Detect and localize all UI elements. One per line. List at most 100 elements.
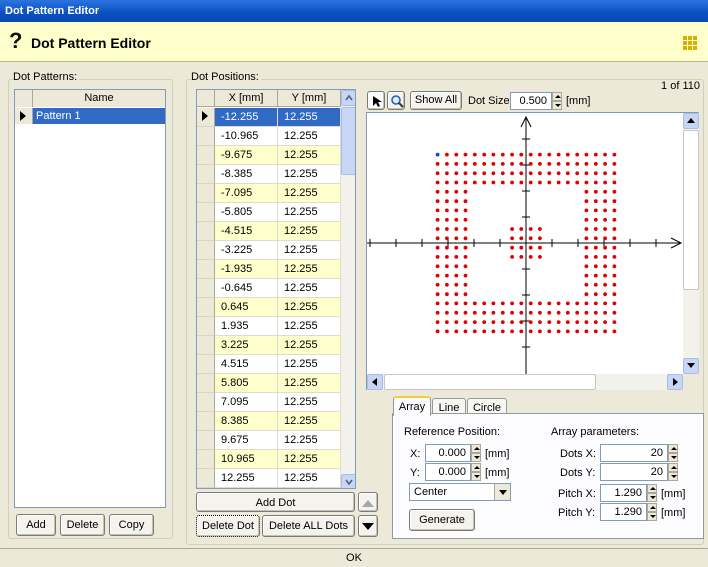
table-row[interactable]: 4.515 12.255: [197, 355, 341, 374]
x-cell[interactable]: -7.095: [215, 184, 278, 203]
x-cell[interactable]: 10.965: [215, 450, 278, 469]
ref-x-stepper[interactable]: [471, 444, 481, 462]
row-header[interactable]: [197, 222, 215, 241]
x-cell[interactable]: -9.675: [215, 146, 278, 165]
row-header[interactable]: [197, 469, 215, 488]
y-cell[interactable]: 12.255: [278, 127, 341, 146]
row-header[interactable]: [197, 165, 215, 184]
zoom-tool-button[interactable]: [387, 91, 405, 110]
add-dot-button[interactable]: Add Dot: [196, 492, 355, 512]
pitch-x-input[interactable]: 1.290: [600, 484, 647, 502]
scroll-up-button[interactable]: [341, 90, 355, 106]
y-cell[interactable]: 12.255: [278, 450, 341, 469]
row-header[interactable]: [197, 260, 215, 279]
dot-plot[interactable]: [367, 113, 683, 374]
table-row[interactable]: -0.645 12.255: [197, 279, 341, 298]
canvas-horizontal-scrollbar[interactable]: [367, 374, 683, 390]
table-row[interactable]: -7.095 12.255: [197, 184, 341, 203]
table-row[interactable]: 12.255 12.255: [197, 469, 341, 488]
anchor-dropdown-button[interactable]: [494, 484, 510, 500]
row-header[interactable]: [197, 146, 215, 165]
table-row[interactable]: 9.675 12.255: [197, 431, 341, 450]
x-cell[interactable]: -10.965: [215, 127, 278, 146]
anchor-select[interactable]: Center: [409, 483, 511, 501]
table-row[interactable]: -12.255 12.255: [197, 108, 341, 127]
dots-x-input[interactable]: 20: [600, 444, 668, 462]
move-down-button[interactable]: [358, 515, 378, 537]
table-row[interactable]: 7.095 12.255: [197, 393, 341, 412]
table-row[interactable]: Pattern 1: [15, 108, 165, 124]
row-header[interactable]: [197, 203, 215, 222]
x-cell[interactable]: 3.225: [215, 336, 278, 355]
table-row[interactable]: 10.965 12.255: [197, 450, 341, 469]
y-cell[interactable]: 12.255: [278, 317, 341, 336]
pointer-tool-button[interactable]: [367, 91, 385, 110]
dot-size-stepper[interactable]: [552, 92, 562, 110]
x-cell[interactable]: -12.255: [215, 488, 278, 489]
table-row[interactable]: -10.965 12.255: [197, 127, 341, 146]
table-row[interactable]: 8.385 12.255: [197, 412, 341, 431]
row-header[interactable]: [197, 279, 215, 298]
x-cell[interactable]: 7.095: [215, 393, 278, 412]
pattern-canvas[interactable]: [366, 112, 699, 390]
y-cell[interactable]: 12.255: [278, 279, 341, 298]
row-header[interactable]: [197, 241, 215, 260]
y-cell[interactable]: 12.255: [278, 469, 341, 488]
canvas-scroll-up-button[interactable]: [683, 113, 699, 129]
y-cell[interactable]: 10.965: [278, 488, 341, 489]
row-header[interactable]: [197, 412, 215, 431]
delete-all-dots-button[interactable]: Delete ALL Dots: [262, 515, 355, 537]
ref-y-input[interactable]: 0.000: [425, 463, 471, 481]
row-header[interactable]: [197, 450, 215, 469]
row-header[interactable]: [15, 108, 33, 124]
x-cell[interactable]: -1.935: [215, 260, 278, 279]
scroll-thumb[interactable]: [341, 107, 355, 175]
pattern-name-cell[interactable]: Pattern 1: [33, 108, 165, 124]
column-y-header[interactable]: Y [mm]: [278, 90, 341, 107]
canvas-scroll-down-button[interactable]: [683, 358, 699, 374]
table-row[interactable]: -9.675 12.255: [197, 146, 341, 165]
pitch-x-stepper[interactable]: [647, 484, 657, 502]
table-row[interactable]: -3.225 12.255: [197, 241, 341, 260]
x-cell[interactable]: 0.645: [215, 298, 278, 317]
row-header[interactable]: [197, 431, 215, 450]
row-header[interactable]: [197, 108, 215, 127]
patterns-column-name[interactable]: Name: [33, 90, 165, 107]
y-cell[interactable]: 12.255: [278, 431, 341, 450]
y-cell[interactable]: 12.255: [278, 203, 341, 222]
y-cell[interactable]: 12.255: [278, 374, 341, 393]
row-header[interactable]: [197, 355, 215, 374]
positions-grid[interactable]: X [mm] Y [mm] -12.255 12.255 -10.965 12.255…: [196, 89, 356, 489]
delete-dot-button[interactable]: Delete Dot: [196, 515, 260, 537]
x-cell[interactable]: -4.515: [215, 222, 278, 241]
column-x-header[interactable]: X [mm]: [215, 90, 278, 107]
row-header[interactable]: [197, 317, 215, 336]
show-all-button[interactable]: Show All: [410, 91, 462, 110]
pitch-y-stepper[interactable]: [647, 503, 657, 521]
table-row[interactable]: -4.515 12.255: [197, 222, 341, 241]
y-cell[interactable]: 12.255: [278, 260, 341, 279]
canvas-scroll-left-button[interactable]: [367, 374, 383, 390]
y-cell[interactable]: 12.255: [278, 241, 341, 260]
ref-y-stepper[interactable]: [471, 463, 481, 481]
y-cell[interactable]: 12.255: [278, 184, 341, 203]
x-cell[interactable]: -3.225: [215, 241, 278, 260]
x-cell[interactable]: -0.645: [215, 279, 278, 298]
dots-y-input[interactable]: 20: [600, 463, 668, 481]
ok-button[interactable]: OK: [0, 548, 708, 567]
row-header[interactable]: [197, 127, 215, 146]
y-cell[interactable]: 12.255: [278, 165, 341, 184]
x-cell[interactable]: 9.675: [215, 431, 278, 450]
copy-pattern-button[interactable]: Copy: [109, 514, 154, 536]
canvas-vertical-thumb[interactable]: [683, 130, 699, 290]
table-row[interactable]: -5.805 12.255: [197, 203, 341, 222]
pitch-y-input[interactable]: 1.290: [600, 503, 647, 521]
table-row[interactable]: -12.25510.965: [197, 488, 341, 489]
x-cell[interactable]: 8.385: [215, 412, 278, 431]
positions-scrollbar[interactable]: [341, 90, 355, 488]
x-cell[interactable]: 5.805: [215, 374, 278, 393]
row-header[interactable]: [197, 184, 215, 203]
tab-array[interactable]: Array: [393, 396, 431, 416]
y-cell[interactable]: 12.255: [278, 393, 341, 412]
y-cell[interactable]: 12.255: [278, 108, 341, 127]
